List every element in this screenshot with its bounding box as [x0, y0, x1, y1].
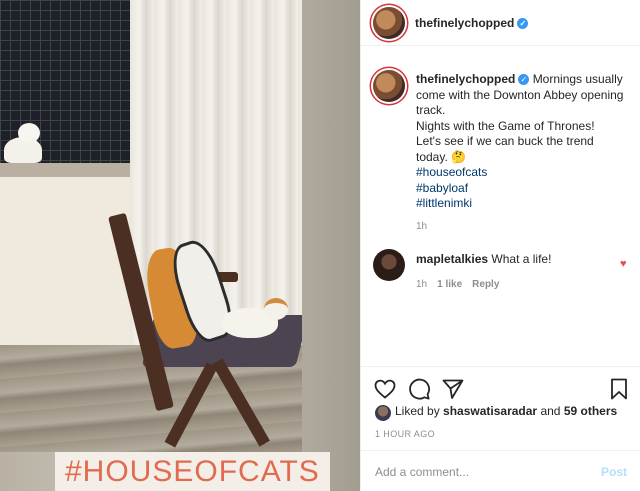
hashtag-link[interactable]: #houseofcats — [416, 165, 631, 181]
share-icon[interactable] — [441, 377, 465, 401]
post-timestamp[interactable]: 1 HOUR AGO — [375, 429, 435, 439]
bookmark-icon[interactable] — [607, 377, 631, 401]
likes-summary: Liked by shaswatisaradar and 59 others — [395, 404, 617, 418]
comment-icon[interactable] — [407, 377, 431, 401]
comment-meta: 1h 1 like Reply — [416, 279, 499, 290]
author-username-text[interactable]: thefinelychopped — [415, 16, 514, 30]
post-header: thefinelychopped ✓ — [361, 0, 640, 46]
caption-line: Nights with the Game of Thrones! — [416, 118, 595, 133]
comment-reply-button[interactable]: Reply — [472, 279, 499, 290]
overlay-hashtag-text: #HOUSEOFCATS — [55, 452, 330, 491]
likes-conjunction: and — [540, 404, 561, 418]
verified-badge-icon: ✓ — [517, 18, 529, 30]
liker-avatar[interactable] — [375, 405, 391, 421]
commenter-avatar[interactable] — [373, 249, 405, 281]
likes-others-link[interactable]: 59 others — [564, 404, 617, 418]
add-comment-bar: Add a comment... Post — [361, 450, 640, 491]
caption-time[interactable]: 1h — [416, 221, 427, 232]
cat-on-chair — [222, 298, 292, 342]
author-username[interactable]: thefinelychopped ✓ — [415, 16, 529, 30]
comment-text: What a life! — [491, 252, 552, 266]
hashtag-link[interactable]: #babyloaf — [416, 181, 631, 197]
likes-prefix: Liked by — [395, 404, 440, 418]
white-cat-on-window — [4, 121, 42, 163]
caption-avatar[interactable] — [373, 70, 405, 102]
hashtag-link[interactable]: #littlenimki — [416, 196, 631, 212]
caption-line: Mornings usually — [532, 72, 623, 86]
comment-time[interactable]: 1h — [416, 279, 427, 290]
comment-likes-count[interactable]: 1 like — [437, 279, 462, 290]
caption-username[interactable]: thefinelychopped — [416, 72, 515, 86]
liker-username[interactable]: shaswatisaradar — [443, 404, 537, 418]
post-caption: thefinelychopped ✓ Mornings usually come … — [416, 72, 631, 212]
post-comment-button[interactable]: Post — [601, 465, 627, 479]
caption-line: today. 🤔 — [416, 149, 467, 164]
caption-line: come with the Downton Abbey opening — [416, 87, 624, 102]
heart-icon[interactable] — [373, 377, 397, 401]
post-media[interactable]: #HOUSEOFCATS — [0, 0, 360, 491]
add-comment-input[interactable]: Add a comment... — [375, 465, 469, 479]
verified-badge-icon: ✓ — [518, 74, 530, 86]
caption-line: Let's see if we can buck the trend — [416, 134, 594, 148]
window-sill — [0, 163, 130, 177]
wall — [0, 177, 132, 347]
post-photo — [0, 0, 302, 452]
comment-username[interactable]: mapletalkies — [416, 252, 488, 266]
comment: mapletalkies What a life! — [416, 252, 616, 267]
caption-line: track. — [416, 103, 446, 117]
post-panel: thefinelychopped ✓ thefinelychopped ✓ Morn… — [360, 0, 640, 491]
comment-like-heart-icon[interactable]: ♥ — [620, 259, 630, 270]
author-avatar[interactable] — [373, 7, 405, 39]
